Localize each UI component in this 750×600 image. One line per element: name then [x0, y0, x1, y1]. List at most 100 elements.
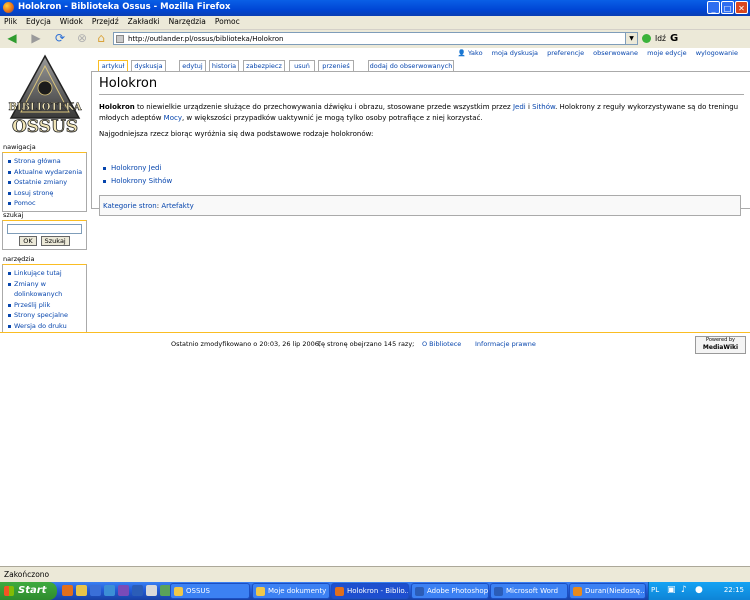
maximize-button[interactable]: □: [721, 1, 734, 14]
photoshop-icon: [415, 587, 424, 596]
task-label: Moje dokumenty: [268, 587, 327, 595]
navigation-toolbar: ◀ ▶ ⟳ ⊗ ⌂ ▼ Idź G: [0, 30, 750, 49]
site-logo[interactable]: BIBLIOTEKA OSSUS: [5, 52, 85, 140]
nav-portlet: nawigacja Strona główna Aktualne wydarze…: [2, 143, 87, 212]
language-indicator[interactable]: PL: [651, 586, 659, 594]
task-photoshop[interactable]: Adobe Photoshop: [411, 583, 489, 599]
system-tray: PL ▣ ♪ ● 22:15: [648, 582, 750, 600]
search-portlet: szukaj OK Szukaj: [2, 211, 87, 250]
folder-icon: [256, 587, 265, 596]
task-label: Duran(Niedostę...: [585, 587, 646, 595]
quicklaunch-word-icon[interactable]: [132, 585, 143, 596]
personal-link-contributions[interactable]: moje edycje: [647, 49, 687, 57]
tools-related-changes-line1[interactable]: Zmiany w: [14, 280, 46, 288]
page-favicon: [116, 35, 124, 43]
category-artefacts[interactable]: Artefakty: [161, 202, 193, 210]
link-jedi-holocrons[interactable]: Holokrony Jedi: [111, 164, 161, 172]
powered-by-mediawiki-badge[interactable]: Powered by MediaWiki: [695, 336, 746, 354]
stop-icon[interactable]: ⊗: [74, 31, 90, 46]
quicklaunch-misc-icon[interactable]: [146, 585, 157, 596]
quicklaunch-media-icon[interactable]: [118, 585, 129, 596]
link-jedi[interactable]: Jedi: [513, 103, 526, 111]
menu-go[interactable]: Przejdź: [88, 16, 124, 26]
tab-delete[interactable]: usuń: [289, 60, 315, 71]
footer-about[interactable]: O Bibliotece: [422, 340, 461, 348]
footer-disclaimer[interactable]: Informacje prawne: [475, 340, 536, 348]
nav-recent-changes[interactable]: Ostatnie zmiany: [3, 177, 86, 188]
footer-view-count: Tę stronę obejrzano 145 razy;: [317, 340, 415, 348]
close-button[interactable]: ✕: [735, 1, 748, 14]
task-my-documents[interactable]: Moje dokumenty: [252, 583, 330, 599]
tab-move[interactable]: przenieś: [318, 60, 354, 71]
menu-help[interactable]: Pomoc: [211, 16, 245, 26]
task-messenger[interactable]: Duran(Niedostę...: [569, 583, 646, 599]
tools-related-changes[interactable]: Zmiany w dolinkowanych: [3, 279, 86, 300]
task-word[interactable]: Microsoft Word: [490, 583, 568, 599]
clock: 22:15: [723, 586, 744, 594]
tools-special-pages[interactable]: Strony specjalne: [3, 310, 86, 321]
nav-main-page[interactable]: Strona główna: [3, 156, 86, 167]
personal-link-talk[interactable]: moja dyskusja: [492, 49, 538, 57]
tools-upload-file[interactable]: Prześlij plik: [3, 300, 86, 311]
categories-label[interactable]: Kategorie stron: [103, 202, 157, 210]
home-icon[interactable]: ⌂: [93, 31, 109, 46]
tab-discussion[interactable]: dyskusja: [131, 60, 166, 71]
menu-tools[interactable]: Narzędzia: [165, 16, 211, 26]
link-force[interactable]: Mocy: [164, 114, 182, 122]
tab-watch[interactable]: dodaj do obserwowanych: [368, 60, 454, 71]
url-input[interactable]: [128, 33, 618, 44]
search-input[interactable]: [7, 224, 82, 234]
back-arrow-icon[interactable]: ◀: [3, 31, 21, 46]
tools-what-links-here[interactable]: Linkujące tutaj: [3, 268, 86, 279]
word-icon: [494, 587, 503, 596]
badge-line2: MediaWiki: [702, 344, 739, 351]
minimize-button[interactable]: _: [707, 1, 720, 14]
article-term: Holokron: [99, 103, 135, 111]
article-text: to niewielkie urządzenie służące do prze…: [134, 103, 513, 111]
search-go-button[interactable]: OK: [19, 236, 37, 246]
go-button-label[interactable]: Idź: [655, 34, 666, 43]
nav-title: nawigacja: [3, 143, 36, 151]
task-firefox[interactable]: Holokron - Biblio...: [331, 583, 409, 599]
url-dropdown-icon[interactable]: ▼: [625, 33, 637, 44]
search-engine-icon[interactable]: G: [670, 33, 682, 44]
nav-current-events[interactable]: Aktualne wydarzenia: [3, 167, 86, 178]
menu-bookmarks[interactable]: Zakładki: [124, 16, 165, 26]
start-button[interactable]: Start: [0, 582, 57, 600]
tab-protect[interactable]: zabezpiecz: [243, 60, 285, 71]
link-sith[interactable]: Sithów: [532, 103, 555, 111]
volume-icon[interactable]: ♪: [681, 585, 687, 595]
menu-edit[interactable]: Edycja: [22, 16, 56, 26]
tools-related-changes-line2[interactable]: dolinkowanych: [14, 290, 62, 298]
menu-file[interactable]: Plik: [0, 16, 22, 26]
tab-history[interactable]: historia: [209, 60, 239, 71]
quicklaunch-ie-icon[interactable]: [90, 585, 101, 596]
holocron-types-list: Holokrony Jedi Holokrony Sithów: [103, 164, 172, 190]
search-title: szukaj: [3, 211, 24, 219]
quicklaunch-explorer-icon[interactable]: [76, 585, 87, 596]
nav-help[interactable]: Pomoc: [3, 198, 86, 209]
user-icon: 👤: [457, 49, 466, 57]
reload-icon[interactable]: ⟳: [52, 31, 68, 46]
task-label: OSSUS: [186, 587, 210, 595]
tools-printable[interactable]: Wersja do druku: [3, 321, 86, 332]
personal-link-logout[interactable]: wylogowanie: [696, 49, 738, 57]
nav-random-page[interactable]: Losuj stronę: [3, 188, 86, 199]
quicklaunch-desktop-icon[interactable]: [104, 585, 115, 596]
task-ossus[interactable]: OSSUS: [170, 583, 250, 599]
tab-edit[interactable]: edytuj: [179, 60, 206, 71]
forward-arrow-icon[interactable]: ▶: [28, 31, 44, 46]
search-button[interactable]: Szukaj: [40, 236, 70, 246]
go-icon[interactable]: [642, 34, 651, 43]
link-sith-holocrons[interactable]: Holokrony Sithów: [111, 177, 172, 185]
menu-view[interactable]: Widok: [56, 16, 88, 26]
quicklaunch-firefox-icon[interactable]: [62, 585, 73, 596]
personal-link-preferences[interactable]: preferencje: [547, 49, 584, 57]
article-paragraph-1: Holokron to niewielkie urządzenie służąc…: [99, 102, 738, 124]
messenger-icon: [573, 587, 582, 596]
personal-user[interactable]: Yako: [468, 49, 483, 57]
address-bar[interactable]: ▼: [113, 32, 638, 45]
tray-app-icon[interactable]: ●: [695, 585, 703, 595]
network-icon[interactable]: ▣: [667, 585, 676, 595]
personal-link-watchlist[interactable]: obserwowane: [593, 49, 638, 57]
